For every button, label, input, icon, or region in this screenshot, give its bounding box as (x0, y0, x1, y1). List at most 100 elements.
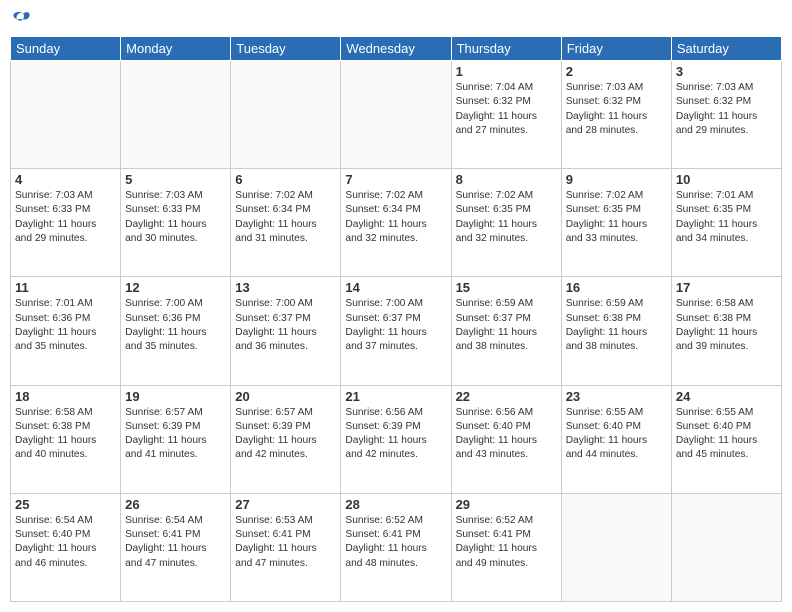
day-info: Sunrise: 7:04 AM Sunset: 6:32 PM Dayligh… (456, 81, 557, 138)
day-info: Sunrise: 6:57 AM Sunset: 6:39 PM Dayligh… (235, 406, 336, 463)
calendar-cell: 29 Sunrise: 6:52 AM Sunset: 6:41 PM Dayli… (451, 493, 561, 601)
calendar-cell: 27 Sunrise: 6:53 AM Sunset: 6:41 PM Dayli… (231, 493, 341, 601)
week-row-1: 1 Sunrise: 7:04 AM Sunset: 6:32 PM Daylig… (11, 61, 782, 169)
day-number: 28 (345, 497, 446, 512)
day-info: Sunrise: 7:03 AM Sunset: 6:32 PM Dayligh… (676, 81, 777, 138)
day-info: Sunrise: 7:03 AM Sunset: 6:32 PM Dayligh… (566, 81, 667, 138)
page: SundayMondayTuesdayWednesdayThursdayFrid… (0, 0, 792, 612)
calendar-cell: 17 Sunrise: 6:58 AM Sunset: 6:38 PM Dayli… (671, 277, 781, 385)
day-number: 3 (676, 64, 777, 79)
calendar-cell: 18 Sunrise: 6:58 AM Sunset: 6:38 PM Dayli… (11, 385, 121, 493)
calendar-cell: 2 Sunrise: 7:03 AM Sunset: 6:32 PM Daylig… (561, 61, 671, 169)
logo-bird-icon (12, 10, 32, 30)
day-info: Sunrise: 7:02 AM Sunset: 6:34 PM Dayligh… (345, 189, 446, 246)
day-number: 7 (345, 172, 446, 187)
calendar-cell: 15 Sunrise: 6:59 AM Sunset: 6:37 PM Dayli… (451, 277, 561, 385)
calendar-cell: 7 Sunrise: 7:02 AM Sunset: 6:34 PM Daylig… (341, 169, 451, 277)
day-number: 27 (235, 497, 336, 512)
weekday-thursday: Thursday (451, 37, 561, 61)
weekday-tuesday: Tuesday (231, 37, 341, 61)
weekday-wednesday: Wednesday (341, 37, 451, 61)
calendar-cell: 5 Sunrise: 7:03 AM Sunset: 6:33 PM Daylig… (121, 169, 231, 277)
day-info: Sunrise: 7:02 AM Sunset: 6:35 PM Dayligh… (456, 189, 557, 246)
calendar-cell (121, 61, 231, 169)
calendar-cell (11, 61, 121, 169)
calendar-cell: 22 Sunrise: 6:56 AM Sunset: 6:40 PM Dayli… (451, 385, 561, 493)
calendar-cell (231, 61, 341, 169)
calendar-cell: 8Sunrise: 7:02 AM Sunset: 6:35 PM Daylig… (451, 169, 561, 277)
day-info: Sunrise: 6:59 AM Sunset: 6:38 PM Dayligh… (566, 297, 667, 354)
logo (10, 10, 32, 30)
day-info: Sunrise: 6:58 AM Sunset: 6:38 PM Dayligh… (15, 406, 116, 463)
calendar-cell: 1 Sunrise: 7:04 AM Sunset: 6:32 PM Daylig… (451, 61, 561, 169)
calendar-cell: 25 Sunrise: 6:54 AM Sunset: 6:40 PM Dayli… (11, 493, 121, 601)
day-info: Sunrise: 7:02 AM Sunset: 6:34 PM Dayligh… (235, 189, 336, 246)
day-info: Sunrise: 6:56 AM Sunset: 6:40 PM Dayligh… (456, 406, 557, 463)
day-number: 13 (235, 280, 336, 295)
weekday-sunday: Sunday (11, 37, 121, 61)
weekday-header-row: SundayMondayTuesdayWednesdayThursdayFrid… (11, 37, 782, 61)
calendar-cell (561, 493, 671, 601)
day-number: 9 (566, 172, 667, 187)
day-info: Sunrise: 7:00 AM Sunset: 6:36 PM Dayligh… (125, 297, 226, 354)
weekday-saturday: Saturday (671, 37, 781, 61)
calendar-cell: 14 Sunrise: 7:00 AM Sunset: 6:37 PM Dayli… (341, 277, 451, 385)
day-info: Sunrise: 6:56 AM Sunset: 6:39 PM Dayligh… (345, 406, 446, 463)
day-info: Sunrise: 6:59 AM Sunset: 6:37 PM Dayligh… (456, 297, 557, 354)
day-number: 19 (125, 389, 226, 404)
day-info: Sunrise: 7:00 AM Sunset: 6:37 PM Dayligh… (235, 297, 336, 354)
day-number: 1 (456, 64, 557, 79)
day-info: Sunrise: 6:57 AM Sunset: 6:39 PM Dayligh… (125, 406, 226, 463)
day-number: 25 (15, 497, 116, 512)
day-number: 24 (676, 389, 777, 404)
day-number: 18 (15, 389, 116, 404)
day-info: Sunrise: 6:58 AM Sunset: 6:38 PM Dayligh… (676, 297, 777, 354)
calendar-cell: 3 Sunrise: 7:03 AM Sunset: 6:32 PM Daylig… (671, 61, 781, 169)
calendar-cell: 9Sunrise: 7:02 AM Sunset: 6:35 PM Daylig… (561, 169, 671, 277)
day-info: Sunrise: 7:03 AM Sunset: 6:33 PM Dayligh… (125, 189, 226, 246)
week-row-3: 11 Sunrise: 7:01 AM Sunset: 6:36 PM Dayli… (11, 277, 782, 385)
day-number: 17 (676, 280, 777, 295)
day-number: 5 (125, 172, 226, 187)
calendar-cell: 26Sunrise: 6:54 AM Sunset: 6:41 PM Dayli… (121, 493, 231, 601)
day-info: Sunrise: 6:52 AM Sunset: 6:41 PM Dayligh… (456, 514, 557, 571)
day-number: 20 (235, 389, 336, 404)
day-info: Sunrise: 6:55 AM Sunset: 6:40 PM Dayligh… (566, 406, 667, 463)
day-number: 26 (125, 497, 226, 512)
day-info: Sunrise: 7:03 AM Sunset: 6:33 PM Dayligh… (15, 189, 116, 246)
day-number: 12 (125, 280, 226, 295)
week-row-2: 4Sunrise: 7:03 AM Sunset: 6:33 PM Daylig… (11, 169, 782, 277)
day-info: Sunrise: 6:53 AM Sunset: 6:41 PM Dayligh… (235, 514, 336, 571)
calendar-cell: 21 Sunrise: 6:56 AM Sunset: 6:39 PM Dayli… (341, 385, 451, 493)
weekday-friday: Friday (561, 37, 671, 61)
day-number: 10 (676, 172, 777, 187)
week-row-4: 18 Sunrise: 6:58 AM Sunset: 6:38 PM Dayli… (11, 385, 782, 493)
calendar-cell: 23 Sunrise: 6:55 AM Sunset: 6:40 PM Dayli… (561, 385, 671, 493)
day-info: Sunrise: 6:54 AM Sunset: 6:40 PM Dayligh… (15, 514, 116, 571)
calendar-cell: 28Sunrise: 6:52 AM Sunset: 6:41 PM Dayli… (341, 493, 451, 601)
day-number: 21 (345, 389, 446, 404)
day-info: Sunrise: 6:55 AM Sunset: 6:40 PM Dayligh… (676, 406, 777, 463)
day-info: Sunrise: 7:01 AM Sunset: 6:35 PM Dayligh… (676, 189, 777, 246)
calendar-cell: 11 Sunrise: 7:01 AM Sunset: 6:36 PM Dayli… (11, 277, 121, 385)
calendar-cell: 24 Sunrise: 6:55 AM Sunset: 6:40 PM Dayli… (671, 385, 781, 493)
day-number: 2 (566, 64, 667, 79)
day-number: 22 (456, 389, 557, 404)
day-number: 15 (456, 280, 557, 295)
calendar-cell (341, 61, 451, 169)
calendar-cell: 16Sunrise: 6:59 AM Sunset: 6:38 PM Dayli… (561, 277, 671, 385)
calendar-cell: 10 Sunrise: 7:01 AM Sunset: 6:35 PM Dayli… (671, 169, 781, 277)
day-number: 29 (456, 497, 557, 512)
day-number: 14 (345, 280, 446, 295)
day-number: 11 (15, 280, 116, 295)
weekday-monday: Monday (121, 37, 231, 61)
calendar-cell: 13 Sunrise: 7:00 AM Sunset: 6:37 PM Dayli… (231, 277, 341, 385)
header (10, 10, 782, 30)
day-number: 23 (566, 389, 667, 404)
calendar-table: SundayMondayTuesdayWednesdayThursdayFrid… (10, 36, 782, 602)
day-number: 6 (235, 172, 336, 187)
calendar-cell: 4Sunrise: 7:03 AM Sunset: 6:33 PM Daylig… (11, 169, 121, 277)
day-info: Sunrise: 7:01 AM Sunset: 6:36 PM Dayligh… (15, 297, 116, 354)
day-info: Sunrise: 7:00 AM Sunset: 6:37 PM Dayligh… (345, 297, 446, 354)
calendar-cell: 6 Sunrise: 7:02 AM Sunset: 6:34 PM Daylig… (231, 169, 341, 277)
